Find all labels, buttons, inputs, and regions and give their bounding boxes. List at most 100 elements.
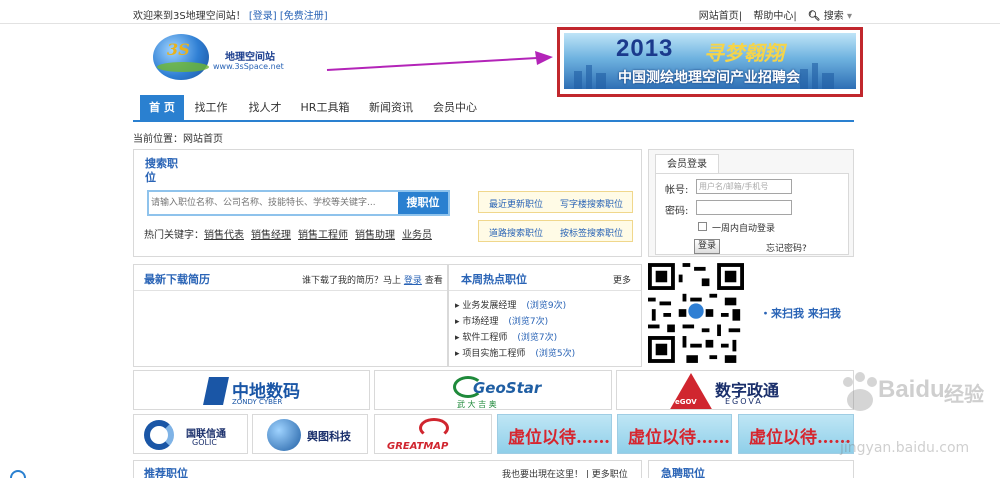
yutu-cn: 舆图科技 — [307, 430, 351, 443]
geostar-logo[interactable]: GeoStar 武 大 吉 奥 — [374, 370, 612, 410]
quick-search-box-2: 道路搜索职位 按标签搜索职位 — [478, 220, 633, 242]
zondy-en: ZONDY CYBER — [232, 398, 283, 406]
ad-slot-text: 虚位以待…… — [508, 428, 610, 448]
tag-search-link[interactable]: 按标签搜索职位 — [560, 226, 623, 239]
latest-jobs-link[interactable]: 最近更新职位 — [489, 197, 543, 210]
resumes-prompt-tail: 查看 — [424, 276, 443, 286]
job-name: 软件工程师 — [462, 333, 508, 343]
resumes-title: 最新下载简历 — [144, 273, 210, 286]
greatmap-logo[interactable]: GREATMAP — [374, 414, 492, 454]
golic-en: GOLIC — [192, 438, 217, 447]
egova-mark-text: eGOV — [675, 398, 697, 406]
list-item[interactable]: ▸ 市场经理 (浏览7次) — [455, 314, 548, 327]
watermark-url: jingyan.baidu.com — [840, 440, 970, 456]
quick-search-box-1: 最近更新职位 写字楼搜索职位 — [478, 191, 633, 213]
login-button[interactable]: 登录 — [694, 239, 720, 254]
latest-resumes-panel: 最新下载简历 谁下载了我的简历？马上 登录 查看 — [133, 264, 448, 367]
zondy-logo[interactable]: 中地数码 ZONDY CYBER — [133, 370, 370, 410]
chevron-down-icon: ▾ — [846, 11, 852, 22]
member-login-panel: 会员登录 帐号: 用户名/邮箱/手机号 密码: 一周内自动登录 登录 忘记密码? — [648, 149, 854, 257]
ad-slot[interactable]: 虚位以待…… — [617, 414, 732, 454]
arrow-annotation-icon — [326, 51, 553, 71]
ad-slot[interactable]: 虚位以待…… — [497, 414, 612, 454]
recommend-note: 我也要出現在这里！ | 更多职位 — [502, 470, 628, 478]
breadcrumb: 当前位置：网站首页 — [133, 134, 223, 145]
resumes-prompt: 谁下载了我的简历？马上 登录 查看 — [302, 273, 443, 286]
logo-mark: 3S — [167, 40, 190, 59]
zondy-mark-icon — [203, 377, 229, 405]
banner-subtitle: 中国测绘地理空间产业招聘会 — [618, 70, 800, 86]
floating-circle-icon — [10, 470, 26, 478]
site-logo[interactable]: 3S 地理空间站 www.3sSpace.net — [153, 32, 298, 82]
recruitment-banner[interactable]: 2013 寻梦翱翔 中国测绘地理空间产业招聘会 — [564, 33, 856, 89]
ad-slot-text: 虚位以待…… — [628, 428, 730, 448]
banner-slogan: 寻梦翱翔 — [704, 41, 784, 65]
hot-keywords-label: 热门关键字： — [144, 230, 204, 241]
hot-jobs-more-link[interactable]: 更多 — [613, 273, 631, 286]
nav-member-center[interactable]: 会员中心 — [429, 95, 481, 120]
tab-member-login[interactable]: 会员登录 — [655, 154, 719, 174]
keyword-link[interactable]: 销售工程师 — [298, 230, 348, 241]
home-link[interactable]: 网站首页 — [699, 11, 739, 22]
search-icon: 🔍︎ — [807, 11, 821, 22]
baidu-watermark: Baidu 经验 jingyan.baidu.com — [840, 372, 984, 472]
nav-hr-tools[interactable]: HR工具箱 — [297, 95, 353, 120]
more-jobs-link[interactable]: 更多职位 — [592, 470, 628, 478]
resumes-login-link[interactable]: 登录 — [404, 276, 422, 286]
watermark-cn: 经验 — [944, 382, 984, 406]
golic-logo[interactable]: 国联信通 GOLIC — [133, 414, 248, 454]
password-field[interactable] — [696, 200, 792, 215]
ad-slot[interactable]: 虚位以待…… — [738, 414, 854, 454]
search-panel-title: 搜索职位 — [145, 157, 178, 184]
recommended-jobs-title: 推荐职位 — [144, 467, 188, 478]
geostar-en: GeoStar — [473, 379, 542, 397]
hot-jobs-header: 本周热点职位 更多 — [449, 265, 641, 291]
scan-me-text: ・来扫我 来扫我 — [760, 307, 841, 320]
recommended-jobs-header: 推荐职位 我也要出現在这里！ | 更多职位 — [133, 460, 642, 478]
remember-checkbox[interactable] — [698, 222, 707, 231]
nav-news[interactable]: 新闻资讯 — [365, 95, 417, 120]
hot-keywords: 热门关键字：销售代表 销售经理 销售工程师 销售助理 业务员 — [144, 226, 439, 241]
job-views: (浏览7次) — [508, 317, 549, 327]
list-item[interactable]: ▸ 项目实施工程师 (浏览5次) — [455, 346, 575, 359]
search-menu[interactable]: 🔍︎ 搜索 ▾ — [808, 11, 852, 22]
hot-jobs-title: 本周热点职位 — [461, 273, 527, 286]
yutu-logo[interactable]: 舆图科技 — [252, 414, 368, 454]
recommend-note-link[interactable]: 我也要出現在这里！ — [502, 470, 583, 478]
help-link[interactable]: 帮助中心 — [753, 11, 793, 22]
watermark-brand: Baidu — [878, 376, 945, 403]
logo-name: 地理空间站 — [225, 52, 275, 63]
nav-home[interactable]: 首 页 — [140, 95, 184, 120]
greatmap-mark-icon — [419, 418, 449, 438]
list-item[interactable]: ▸ 软件工程师 (浏览7次) — [455, 330, 557, 343]
golic-mark-icon — [144, 420, 174, 450]
keyword-link[interactable]: 销售助理 — [355, 230, 395, 241]
hot-jobs-panel: 本周热点职位 更多 ▸ 业务发展经理 (浏览9次) ▸ 市场经理 (浏览7次) ▸ … — [448, 264, 642, 367]
search-jobs-button[interactable]: 搜职位 — [398, 192, 448, 214]
geostar-cn: 武 大 吉 奥 — [457, 400, 497, 409]
job-search-input[interactable] — [151, 194, 399, 212]
egova-en: EGOVA — [725, 397, 763, 406]
keyword-link[interactable]: 销售经理 — [251, 230, 291, 241]
qr-code-icon[interactable] — [648, 263, 744, 363]
nav-find-talent[interactable]: 找人才 — [243, 95, 287, 120]
register-link[interactable]: [免费注册] — [280, 11, 328, 22]
nav-find-job[interactable]: 找工作 — [189, 95, 233, 120]
banner-year: 2013 — [616, 35, 674, 62]
job-name: 项目实施工程师 — [462, 349, 526, 359]
keyword-link[interactable]: 销售代表 — [204, 230, 244, 241]
remember-label: 一周内自动登录 — [712, 224, 776, 234]
list-item[interactable]: ▸ 业务发展经理 (浏览9次) — [455, 298, 566, 311]
job-views: (浏览5次) — [535, 349, 576, 359]
login-form: 帐号: 用户名/邮箱/手机号 密码: 一周内自动登录 登录 忘记密码? — [655, 173, 849, 255]
keyword-link[interactable]: 业务员 — [402, 230, 432, 241]
login-link[interactable]: [登录] — [249, 11, 277, 22]
resumes-header: 最新下载简历 谁下载了我的简历？马上 登录 查看 — [134, 265, 447, 291]
account-field[interactable]: 用户名/邮箱/手机号 — [696, 179, 792, 194]
road-search-link[interactable]: 道路搜索职位 — [489, 226, 543, 239]
office-search-link[interactable]: 写字楼搜索职位 — [560, 197, 623, 210]
globe-icon — [267, 419, 301, 451]
egova-logo[interactable]: eGOV 数字政通 EGOVA — [616, 370, 854, 410]
search-menu-label: 搜索 — [823, 11, 844, 22]
forgot-password-link[interactable]: 忘记密码? — [766, 241, 807, 254]
